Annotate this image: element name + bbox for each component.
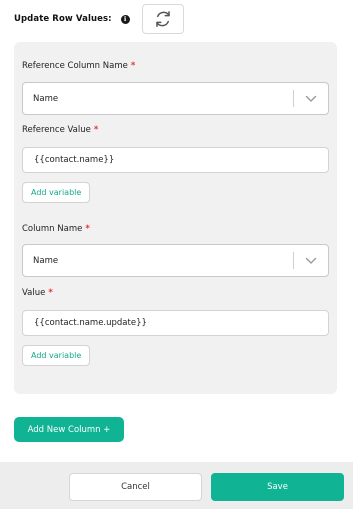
cancel-button[interactable]: Cancel xyxy=(69,473,202,501)
value-input[interactable] xyxy=(22,310,329,336)
column-name-selected-value: Name xyxy=(33,255,59,266)
refresh-icon xyxy=(155,11,170,27)
reference-column-label: Reference Column Name * xyxy=(22,61,135,71)
column-name-label-text: Column Name xyxy=(22,224,83,234)
required-marker: * xyxy=(93,125,99,135)
required-marker: * xyxy=(48,288,53,298)
required-marker: * xyxy=(85,224,90,234)
add-new-column-button[interactable]: Add New Column + xyxy=(14,417,124,442)
add-variable-button[interactable]: Add variable xyxy=(22,182,91,203)
add-variable-button[interactable]: Add variable xyxy=(22,345,91,366)
column-name-label: Column Name * xyxy=(22,224,90,234)
save-button[interactable]: Save xyxy=(211,473,344,501)
footer-bar: Cancel Save xyxy=(0,462,353,509)
reference-column-select[interactable]: Name xyxy=(22,82,329,115)
update-row-header: Update Row Values: i xyxy=(14,4,184,34)
info-icon[interactable]: i xyxy=(120,14,130,24)
required-marker: * xyxy=(130,61,136,71)
chevron-down-icon[interactable] xyxy=(294,245,328,276)
reference-column-label-text: Reference Column Name xyxy=(22,61,128,71)
value-label-text: Value xyxy=(22,288,46,298)
refresh-button[interactable] xyxy=(141,4,184,34)
chevron-down-icon[interactable] xyxy=(294,83,328,114)
section-title: Update Row Values: xyxy=(14,14,112,24)
reference-value-label: Reference Value * xyxy=(22,125,98,135)
value-label: Value * xyxy=(22,288,53,298)
reference-value-input[interactable] xyxy=(22,147,329,173)
column-name-select[interactable]: Name xyxy=(22,244,329,277)
reference-column-selected-value: Name xyxy=(33,93,59,104)
row-values-panel: Reference Column Name * Name Reference Va… xyxy=(14,42,337,394)
reference-value-label-text: Reference Value xyxy=(22,125,91,135)
